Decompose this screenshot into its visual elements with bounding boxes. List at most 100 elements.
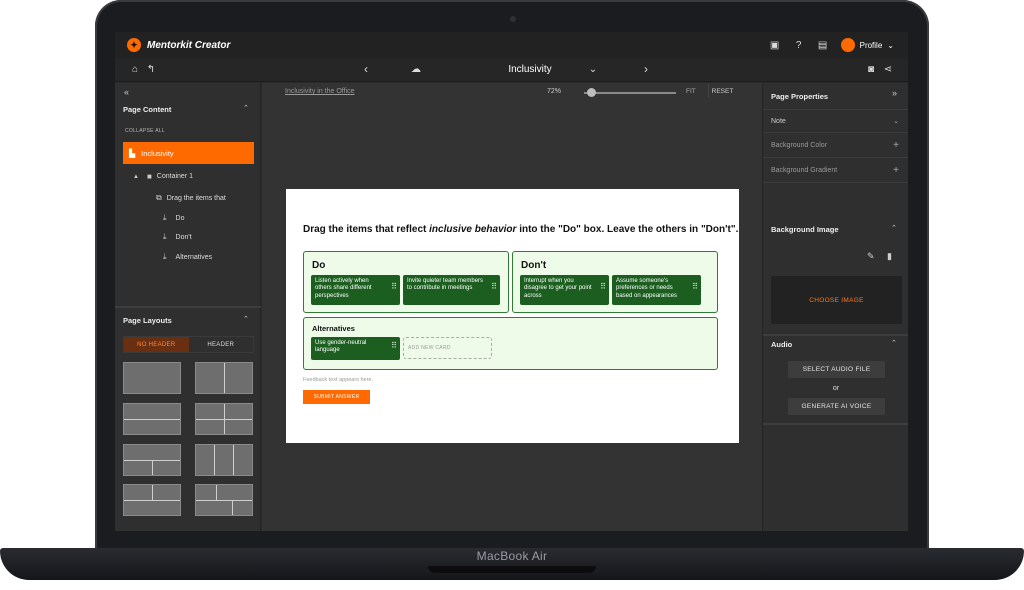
tree-item-question[interactable]: ⧉ Drag the items that — [156, 193, 226, 203]
plus-icon[interactable]: + — [893, 165, 899, 176]
generate-ai-voice-button[interactable]: GENERATE AI VOICE — [788, 398, 885, 415]
mentorkit-logo-icon: ✦ — [127, 38, 141, 52]
divider — [763, 423, 908, 425]
layout-top-split-bottom[interactable] — [123, 444, 181, 476]
media-library-icon[interactable]: ▣ — [769, 40, 781, 51]
tree-item-label: Container 1 — [156, 173, 193, 180]
background-color-row[interactable]: Background Color + — [763, 134, 908, 158]
add-new-card-button[interactable]: ADD NEW CARD — [403, 337, 492, 359]
help-icon[interactable]: ? — [793, 40, 805, 51]
tree-item-container[interactable]: ▲ ■ Container 1 — [133, 172, 193, 181]
chevron-down-icon: ⌄ — [887, 40, 894, 50]
app-title: Mentorkit Creator — [147, 39, 231, 51]
chevron-down-icon[interactable]: ⌄ — [587, 64, 599, 75]
tree-item-label: Drag the items that — [166, 194, 226, 202]
chevron-up-icon[interactable]: ⌃ — [243, 315, 249, 323]
profile-label: Profile — [859, 40, 883, 50]
dont-drop-zone[interactable]: Don't Interrupt when you disagree to get… — [512, 251, 718, 313]
tree-item-dont[interactable]: ⤓ Don't — [163, 232, 192, 242]
drag-drop-icon: ⧉ — [156, 193, 162, 202]
reset-button[interactable]: RESET — [708, 84, 736, 98]
up-level-icon[interactable]: ↰ — [145, 64, 157, 75]
tree-item-label: Do — [175, 214, 185, 222]
layout-two-rows[interactable] — [123, 403, 181, 435]
tab-no-header[interactable]: NO HEADER — [124, 337, 189, 352]
app-header: ✦ Mentorkit Creator ▣ ? ▤ Profile ⌄ — [115, 32, 908, 58]
fit-button[interactable]: FIT — [686, 88, 696, 95]
profile-menu[interactable]: Profile ⌄ — [840, 38, 894, 52]
audio-heading: Audio — [771, 340, 793, 349]
choose-image-button[interactable]: CHOOSE IMAGE — [771, 276, 902, 324]
submit-answer-button[interactable]: SUBMIT ANSWER — [303, 390, 370, 404]
tree-item-do[interactable]: ⤓ Do — [163, 213, 185, 223]
drag-handle-icon[interactable]: ⠿ — [491, 283, 497, 291]
do-heading: Do — [312, 260, 326, 271]
collapse-all-button[interactable]: COLLAPSE ALL — [125, 128, 165, 134]
drag-handle-icon[interactable]: ⠿ — [391, 342, 397, 350]
page-content-heading: Page Content — [123, 105, 172, 114]
device-label: MacBook Air — [476, 549, 548, 563]
note-row[interactable]: Note ⌄ — [763, 109, 908, 133]
layout-split-grid[interactable] — [123, 484, 181, 516]
drag-handle-icon[interactable]: ⠿ — [391, 283, 397, 291]
background-gradient-row[interactable]: Background Gradient + — [763, 159, 908, 183]
activity-question: Drag the items that reflect inclusive be… — [303, 224, 739, 235]
drag-card[interactable]: Listen actively when others share differ… — [311, 275, 400, 305]
edit-icon[interactable]: ✎ — [867, 251, 875, 262]
feedback-text: Feedback text appears here. — [303, 377, 374, 383]
chevron-down-icon[interactable]: ⌄ — [893, 117, 899, 125]
select-audio-file-button[interactable]: SELECT AUDIO FILE — [788, 361, 885, 378]
layout-single[interactable] — [123, 362, 181, 394]
layout-grid-four[interactable] — [195, 403, 253, 435]
next-page-icon[interactable]: › — [640, 62, 652, 76]
drag-handle-icon[interactable]: ⠿ — [600, 283, 606, 291]
alternatives-heading: Alternatives — [312, 324, 355, 333]
page-layouts-heading: Page Layouts — [123, 316, 172, 325]
share-icon[interactable]: ⋖ — [882, 64, 894, 75]
page-preview: Drag the items that reflect inclusive be… — [286, 189, 739, 443]
breadcrumb[interactable]: Inclusivity in the Office — [285, 88, 355, 95]
book-icon[interactable]: ▤ — [817, 40, 829, 51]
page-properties-heading: Page Properties — [771, 92, 829, 101]
layout-two-columns[interactable] — [195, 362, 253, 394]
collapse-panel-icon[interactable]: « — [124, 87, 129, 97]
chevron-up-icon[interactable]: ⌃ — [891, 339, 897, 347]
page-icon: ▙ — [129, 148, 136, 158]
drag-card[interactable]: Invite quieter team members to contribut… — [403, 275, 500, 305]
background-gradient-label: Background Gradient — [771, 167, 838, 174]
plus-icon[interactable]: + — [893, 140, 899, 151]
home-icon[interactable]: ⌂ — [129, 64, 141, 75]
drag-card[interactable]: Assume someone's preferences or needs ba… — [612, 275, 701, 305]
dont-heading: Don't — [521, 260, 547, 271]
previous-page-icon[interactable]: ‹ — [360, 62, 372, 76]
page-title[interactable]: Inclusivity — [475, 64, 585, 75]
page-toolbar: ⌂ ↰ ‹ ☁ Inclusivity ⌄ › ◙ ⋖ — [115, 58, 908, 82]
laptop-notch — [428, 566, 596, 573]
trash-icon[interactable]: ▮ — [887, 251, 892, 262]
drag-card[interactable]: Use gender-neutral language ⠿ — [311, 337, 400, 360]
drop-zone-icon: ⤓ — [163, 252, 167, 261]
preview-icon[interactable]: ◙ — [865, 64, 877, 75]
do-drop-zone[interactable]: Do Listen actively when others share dif… — [303, 251, 509, 313]
expand-panel-icon[interactable]: » — [892, 88, 897, 98]
layout-mixed-grid[interactable] — [195, 484, 253, 516]
tree-item-page[interactable]: ▙ Inclusivity — [123, 142, 254, 164]
zoom-slider[interactable] — [584, 92, 676, 94]
chevron-up-icon[interactable]: ⌃ — [243, 104, 249, 112]
alternatives-drop-zone[interactable]: Alternatives Use gender-neutral language… — [303, 317, 718, 370]
zoom-slider-handle[interactable] — [587, 88, 596, 97]
drag-handle-icon[interactable]: ⠿ — [692, 283, 698, 291]
layout-three-columns[interactable] — [195, 444, 253, 476]
tree-item-alternatives[interactable]: ⤓ Alternatives — [163, 252, 212, 262]
drop-zone-icon: ⤓ — [163, 213, 167, 222]
tree-item-label: Alternatives — [175, 253, 213, 261]
right-panel: Page Properties » Note ⌄ Background Colo… — [762, 83, 908, 531]
tree-item-label: Don't — [175, 233, 192, 241]
tree-item-label: Inclusivity — [141, 148, 174, 158]
note-label: Note — [771, 117, 786, 125]
drag-card[interactable]: Interrupt when you disagree to get your … — [520, 275, 609, 305]
chevron-up-icon[interactable]: ⌃ — [891, 224, 897, 232]
background-image-heading: Background Image — [771, 225, 839, 234]
tab-header[interactable]: HEADER — [189, 337, 254, 352]
divider — [763, 334, 908, 336]
